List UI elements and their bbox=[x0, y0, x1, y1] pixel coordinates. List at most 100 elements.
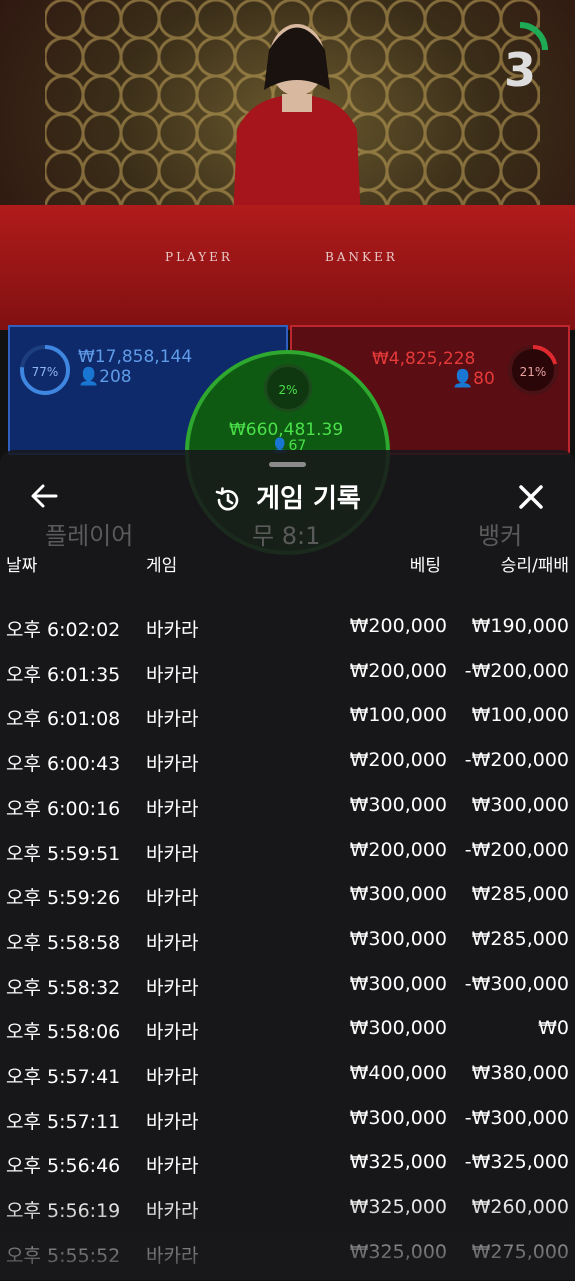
history-row[interactable]: 오후 6:01:35 바카라 ₩200,000 -₩200,000 bbox=[0, 660, 575, 700]
table-banker-label: BANKER bbox=[325, 250, 398, 264]
banker-percent-ring: 21% bbox=[508, 345, 558, 395]
row-result: -₩200,000 bbox=[464, 838, 569, 861]
history-row[interactable]: 오후 5:57:11 바카라 ₩300,000 -₩300,000 bbox=[0, 1107, 575, 1147]
history-row[interactable]: 오후 6:02:02 바카라 ₩200,000 ₩190,000 bbox=[0, 615, 575, 655]
row-time: 오후 6:02:02 bbox=[6, 619, 121, 641]
history-row[interactable]: 오후 5:58:32 바카라 ₩300,000 -₩300,000 bbox=[0, 973, 575, 1013]
row-result: ₩260,000 bbox=[471, 1196, 569, 1219]
row-bet: ₩200,000 bbox=[349, 659, 447, 682]
sheet-title-text: 게임 기록 bbox=[256, 484, 361, 514]
row-bet: ₩200,000 bbox=[349, 838, 447, 861]
history-row[interactable]: 오후 5:57:41 바카라 ₩400,000 ₩380,000 bbox=[0, 1062, 575, 1102]
column-header-result: 승리/패배 bbox=[500, 556, 569, 576]
row-result: ₩300,000 bbox=[471, 793, 569, 816]
player-bet-amount: ₩17,858,144 bbox=[78, 347, 193, 367]
gaming-table bbox=[0, 205, 575, 330]
row-time: 오후 5:59:26 bbox=[6, 887, 121, 910]
row-result: -₩200,000 bbox=[464, 659, 569, 682]
history-row[interactable]: 오후 5:55:52 바카라 ₩325,000 ₩275,000 bbox=[0, 1241, 575, 1281]
row-bet: ₩300,000 bbox=[349, 972, 447, 995]
row-result: ₩285,000 bbox=[471, 927, 569, 950]
row-time: 오후 5:56:46 bbox=[6, 1155, 121, 1178]
row-game: 바카라 bbox=[146, 1155, 199, 1178]
sheet-drag-handle[interactable] bbox=[269, 462, 306, 467]
history-clock-icon bbox=[215, 486, 239, 510]
row-game: 바카라 bbox=[146, 931, 199, 954]
row-time: 오후 6:00:16 bbox=[6, 797, 121, 820]
bg-banker-label: 뱅커 bbox=[478, 522, 523, 550]
row-time: 오후 5:57:41 bbox=[6, 1066, 121, 1088]
row-game: 바카라 bbox=[146, 1110, 199, 1133]
row-time: 오후 5:59:51 bbox=[6, 842, 121, 865]
row-game: 바카라 bbox=[146, 842, 199, 865]
bg-tie-label: 무 8:1 bbox=[252, 522, 321, 550]
row-result: -₩325,000 bbox=[464, 1151, 569, 1174]
row-game: 바카라 bbox=[146, 663, 199, 686]
tie-percent-ring: 2% bbox=[264, 364, 312, 412]
column-header-date: 날짜 bbox=[6, 556, 38, 576]
user-icon: 👤 bbox=[452, 369, 474, 389]
row-game: 바카라 bbox=[146, 753, 199, 776]
row-time: 오후 5:56:19 bbox=[6, 1200, 121, 1223]
player-bettor-count-value: 208 bbox=[99, 367, 132, 387]
banker-bettor-count: 👤80 bbox=[452, 369, 495, 389]
history-row[interactable]: 오후 5:56:19 바카라 ₩325,000 ₩260,000 bbox=[0, 1196, 575, 1236]
row-bet: ₩300,000 bbox=[349, 883, 447, 906]
history-row[interactable]: 오후 6:00:43 바카라 ₩200,000 -₩200,000 bbox=[0, 749, 575, 789]
row-bet: ₩325,000 bbox=[349, 1196, 447, 1219]
row-game: 바카라 bbox=[146, 1200, 199, 1223]
row-game: 바카라 bbox=[146, 708, 199, 731]
row-game: 바카라 bbox=[146, 1244, 199, 1267]
banker-bettor-count-value: 80 bbox=[473, 369, 495, 389]
banker-bet-amount: ₩4,825,228 bbox=[372, 349, 476, 369]
row-time: 오후 5:58:32 bbox=[6, 976, 121, 999]
close-icon[interactable] bbox=[517, 483, 545, 511]
row-time: 오후 5:55:52 bbox=[6, 1244, 121, 1267]
row-result: ₩0 bbox=[538, 1017, 569, 1040]
countdown-value: 3 bbox=[503, 43, 536, 97]
history-row[interactable]: 오후 5:58:06 바카라 ₩300,000 ₩0 bbox=[0, 1017, 575, 1057]
row-game: 바카라 bbox=[146, 1021, 199, 1044]
history-row[interactable]: 오후 5:56:46 바카라 ₩325,000 -₩325,000 bbox=[0, 1151, 575, 1191]
row-result: -₩200,000 bbox=[464, 749, 569, 772]
tie-bet-amount: ₩660,481.39 bbox=[229, 420, 344, 440]
row-game: 바카라 bbox=[146, 619, 199, 641]
countdown-timer: 3 bbox=[490, 20, 550, 97]
tie-percent: 2% bbox=[278, 383, 298, 397]
row-bet: ₩300,000 bbox=[349, 793, 447, 816]
banker-ring-progress-icon bbox=[508, 345, 558, 395]
row-bet: ₩300,000 bbox=[349, 1106, 447, 1129]
row-bet: ₩325,000 bbox=[349, 1151, 447, 1174]
row-result: ₩275,000 bbox=[471, 1240, 569, 1263]
row-result: -₩300,000 bbox=[464, 972, 569, 995]
table-player-label: PLAYER bbox=[165, 250, 233, 264]
history-row[interactable]: 오후 6:01:08 바카라 ₩100,000 ₩100,000 bbox=[0, 704, 575, 744]
row-result: ₩285,000 bbox=[471, 883, 569, 906]
row-game: 바카라 bbox=[146, 887, 199, 910]
history-row[interactable]: 오후 5:59:51 바카라 ₩200,000 -₩200,000 bbox=[0, 839, 575, 879]
row-bet: ₩400,000 bbox=[349, 1062, 447, 1084]
live-video-stream: PLAYER BANKER 3 bbox=[0, 0, 575, 330]
bg-player-label: 플레이어 bbox=[45, 522, 134, 550]
sheet-title: 게임 기록 bbox=[0, 478, 575, 515]
player-bettor-count: 👤208 bbox=[78, 367, 132, 387]
row-time: 오후 6:01:35 bbox=[6, 663, 121, 686]
row-bet: ₩325,000 bbox=[349, 1240, 447, 1263]
history-row[interactable]: 오후 6:00:16 바카라 ₩300,000 ₩300,000 bbox=[0, 794, 575, 834]
history-row[interactable]: 오후 5:59:26 바카라 ₩300,000 ₩285,000 bbox=[0, 883, 575, 923]
player-percent-ring: 77% bbox=[20, 345, 70, 395]
row-game: 바카라 bbox=[146, 797, 199, 820]
player-ring-progress-icon bbox=[20, 345, 70, 395]
row-result: ₩190,000 bbox=[471, 615, 569, 637]
row-bet: ₩200,000 bbox=[349, 749, 447, 772]
row-time: 오후 5:58:06 bbox=[6, 1021, 121, 1044]
row-game: 바카라 bbox=[146, 1066, 199, 1088]
row-result: ₩380,000 bbox=[471, 1062, 569, 1084]
row-game: 바카라 bbox=[146, 976, 199, 999]
row-time: 오후 5:57:11 bbox=[6, 1110, 121, 1133]
user-icon: 👤 bbox=[78, 367, 100, 387]
column-header-bet: 베팅 bbox=[409, 556, 441, 576]
history-row[interactable]: 오후 5:58:58 바카라 ₩300,000 ₩285,000 bbox=[0, 928, 575, 968]
row-time: 오후 6:00:43 bbox=[6, 753, 121, 776]
row-result: -₩300,000 bbox=[464, 1106, 569, 1129]
